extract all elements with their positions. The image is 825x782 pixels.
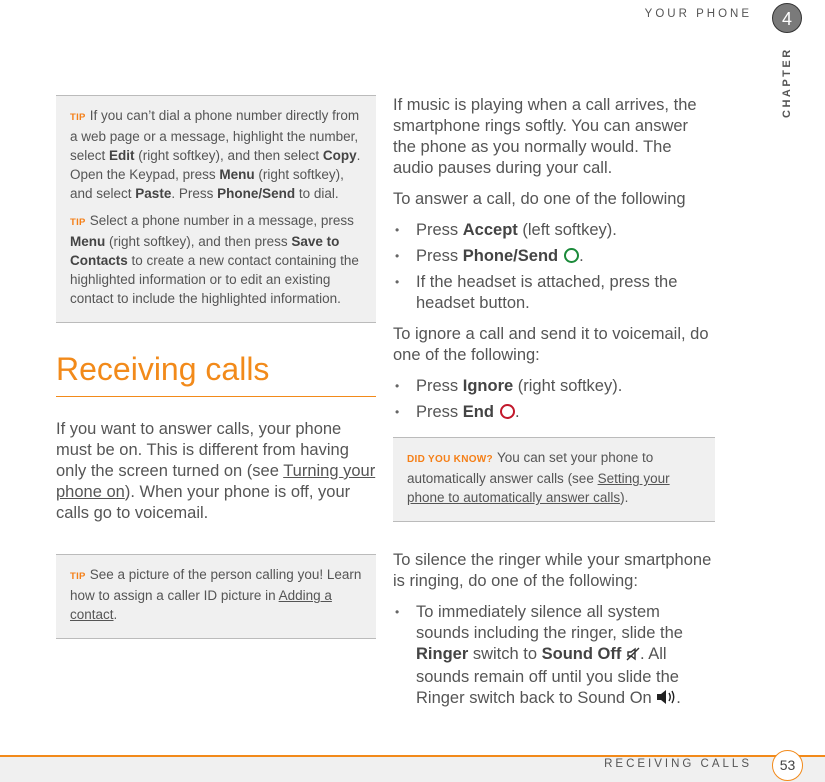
running-header-title: YOUR PHONE	[644, 8, 752, 20]
left-column: TIP If you can’t dial a phone number dire…	[56, 95, 376, 639]
ignore-options-list: Press Ignore (right softkey). Press End.	[393, 376, 715, 423]
intro-paragraph: If you want to answer calls, your phone …	[56, 420, 376, 522]
tip-paste-number: TIP If you can’t dial a phone number dire…	[70, 108, 361, 201]
sound-on-icon	[656, 689, 676, 711]
sound-off-icon	[626, 646, 640, 667]
did-you-know-text: DID YOU KNOW? You can set your phone to a…	[407, 450, 670, 505]
list-item: Press Phone/Send.	[393, 246, 715, 267]
list-item: Press End.	[393, 402, 715, 423]
tip-label: TIP	[70, 217, 86, 228]
chapter-number-badge: 4	[772, 3, 802, 33]
silence-intro: To silence the ringer while your smartph…	[393, 551, 712, 590]
right-column: If music is playing when a call arrives,…	[393, 95, 715, 721]
did-you-know-box: DID YOU KNOW? You can set your phone to a…	[393, 437, 715, 522]
tip-label: TIP	[70, 571, 86, 582]
ignore-intro: To ignore a call and send it to voicemai…	[393, 325, 709, 364]
list-item: Press Accept (left softkey).	[393, 220, 715, 241]
section-heading: Receiving calls	[56, 350, 376, 397]
answer-intro: To answer a call, do one of the followin…	[393, 190, 686, 208]
tip-label: TIP	[70, 112, 86, 123]
tips-box: TIP If you can’t dial a phone number dire…	[56, 95, 376, 323]
chapter-label: CHAPTER	[781, 47, 793, 118]
tip-caller-picture: TIP See a picture of the person calling y…	[70, 567, 362, 622]
music-paragraph: If music is playing when a call arrives,…	[393, 96, 697, 177]
answer-options-list: Press Accept (left softkey). Press Phone…	[393, 220, 715, 314]
list-item: To immediately silence all system sounds…	[393, 602, 715, 711]
running-footer-title: RECEIVING CALLS	[604, 758, 752, 770]
list-item: Press Ignore (right softkey).	[393, 376, 715, 397]
end-button-icon	[499, 404, 515, 419]
list-item: If the headset is attached, press the he…	[393, 272, 715, 314]
phone-send-button-icon	[564, 248, 580, 263]
caller-id-tip-box: TIP See a picture of the person calling y…	[56, 554, 376, 639]
tip-save-to-contacts: TIP Select a phone number in a message, p…	[70, 213, 359, 306]
did-you-know-label: DID YOU KNOW?	[407, 454, 493, 465]
page-number: 53	[772, 750, 803, 781]
silence-options-list: To immediately silence all system sounds…	[393, 602, 715, 711]
